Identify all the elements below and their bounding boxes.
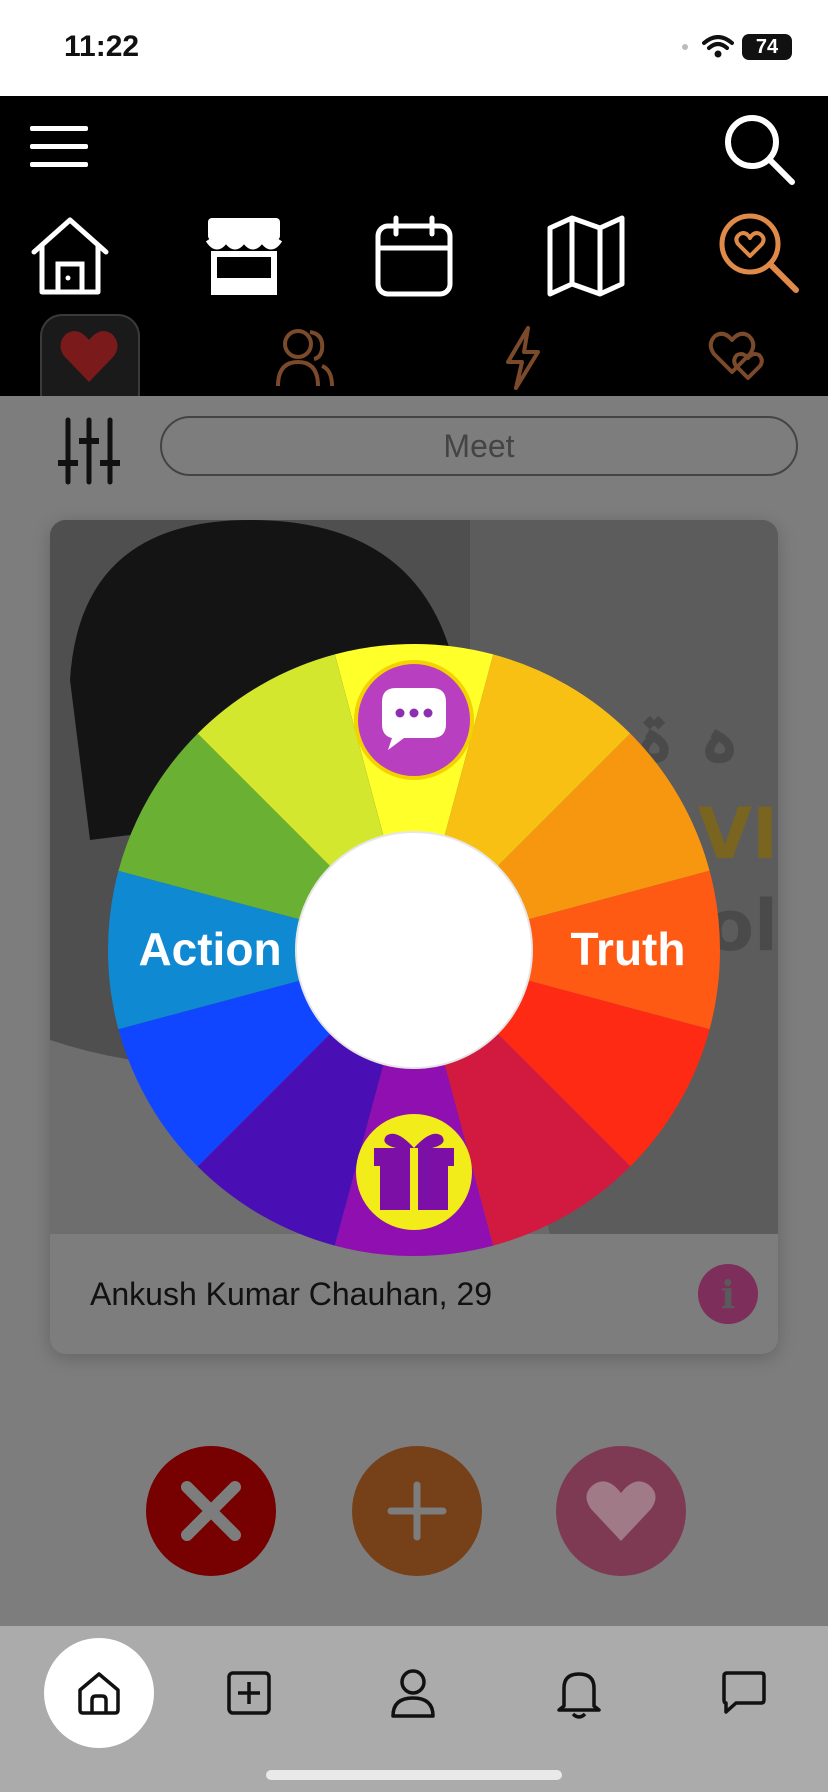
- chat-bubble-icon[interactable]: [354, 660, 474, 780]
- meet-field[interactable]: Meet: [160, 416, 798, 476]
- like-button[interactable]: [556, 1446, 686, 1576]
- profile-name: Ankush Kumar Chauhan, 29: [90, 1276, 493, 1312]
- home-icon[interactable]: [28, 214, 112, 298]
- bell-icon[interactable]: [556, 1666, 602, 1720]
- home-indicator: [266, 1770, 562, 1780]
- top-navigation: [0, 96, 828, 396]
- calendar-icon[interactable]: [374, 214, 454, 298]
- home-icon: [78, 1672, 120, 1715]
- plus-icon: [387, 1481, 447, 1541]
- filter-sliders-icon[interactable]: [58, 416, 120, 486]
- info-button[interactable]: i: [698, 1264, 758, 1324]
- map-icon[interactable]: [546, 214, 626, 298]
- bolt-icon[interactable]: [502, 326, 542, 390]
- status-bar: 11:22 74: [0, 0, 828, 96]
- dislike-button[interactable]: [146, 1446, 276, 1576]
- gift-icon[interactable]: [356, 1114, 472, 1230]
- menu-icon[interactable]: [30, 124, 90, 170]
- wifi-icon: [702, 35, 734, 58]
- double-heart-icon[interactable]: [708, 328, 770, 382]
- wheel-action-label[interactable]: Action: [138, 923, 281, 975]
- signal-dot: [682, 44, 688, 50]
- battery-indicator: 74: [742, 34, 792, 60]
- wheel-center[interactable]: [295, 831, 533, 1069]
- chat-icon[interactable]: [720, 1670, 768, 1716]
- heart-icon: [60, 331, 118, 382]
- close-icon: [181, 1481, 241, 1541]
- people-icon[interactable]: [274, 326, 336, 390]
- heart-icon: [586, 1481, 656, 1541]
- status-time: 11:22: [64, 30, 140, 63]
- store-icon[interactable]: [202, 214, 286, 298]
- search-icon[interactable]: [720, 110, 796, 186]
- bottom-navigation: [0, 1626, 828, 1792]
- bottom-home-button[interactable]: [44, 1638, 154, 1748]
- wheel-truth-label[interactable]: Truth: [571, 923, 686, 975]
- truth-action-wheel[interactable]: Action Truth: [104, 640, 724, 1260]
- add-button[interactable]: [352, 1446, 482, 1576]
- add-square-icon[interactable]: [226, 1670, 272, 1716]
- profile-icon[interactable]: [390, 1668, 436, 1718]
- status-indicators: 74: [682, 34, 792, 60]
- love-search-icon[interactable]: [714, 208, 802, 296]
